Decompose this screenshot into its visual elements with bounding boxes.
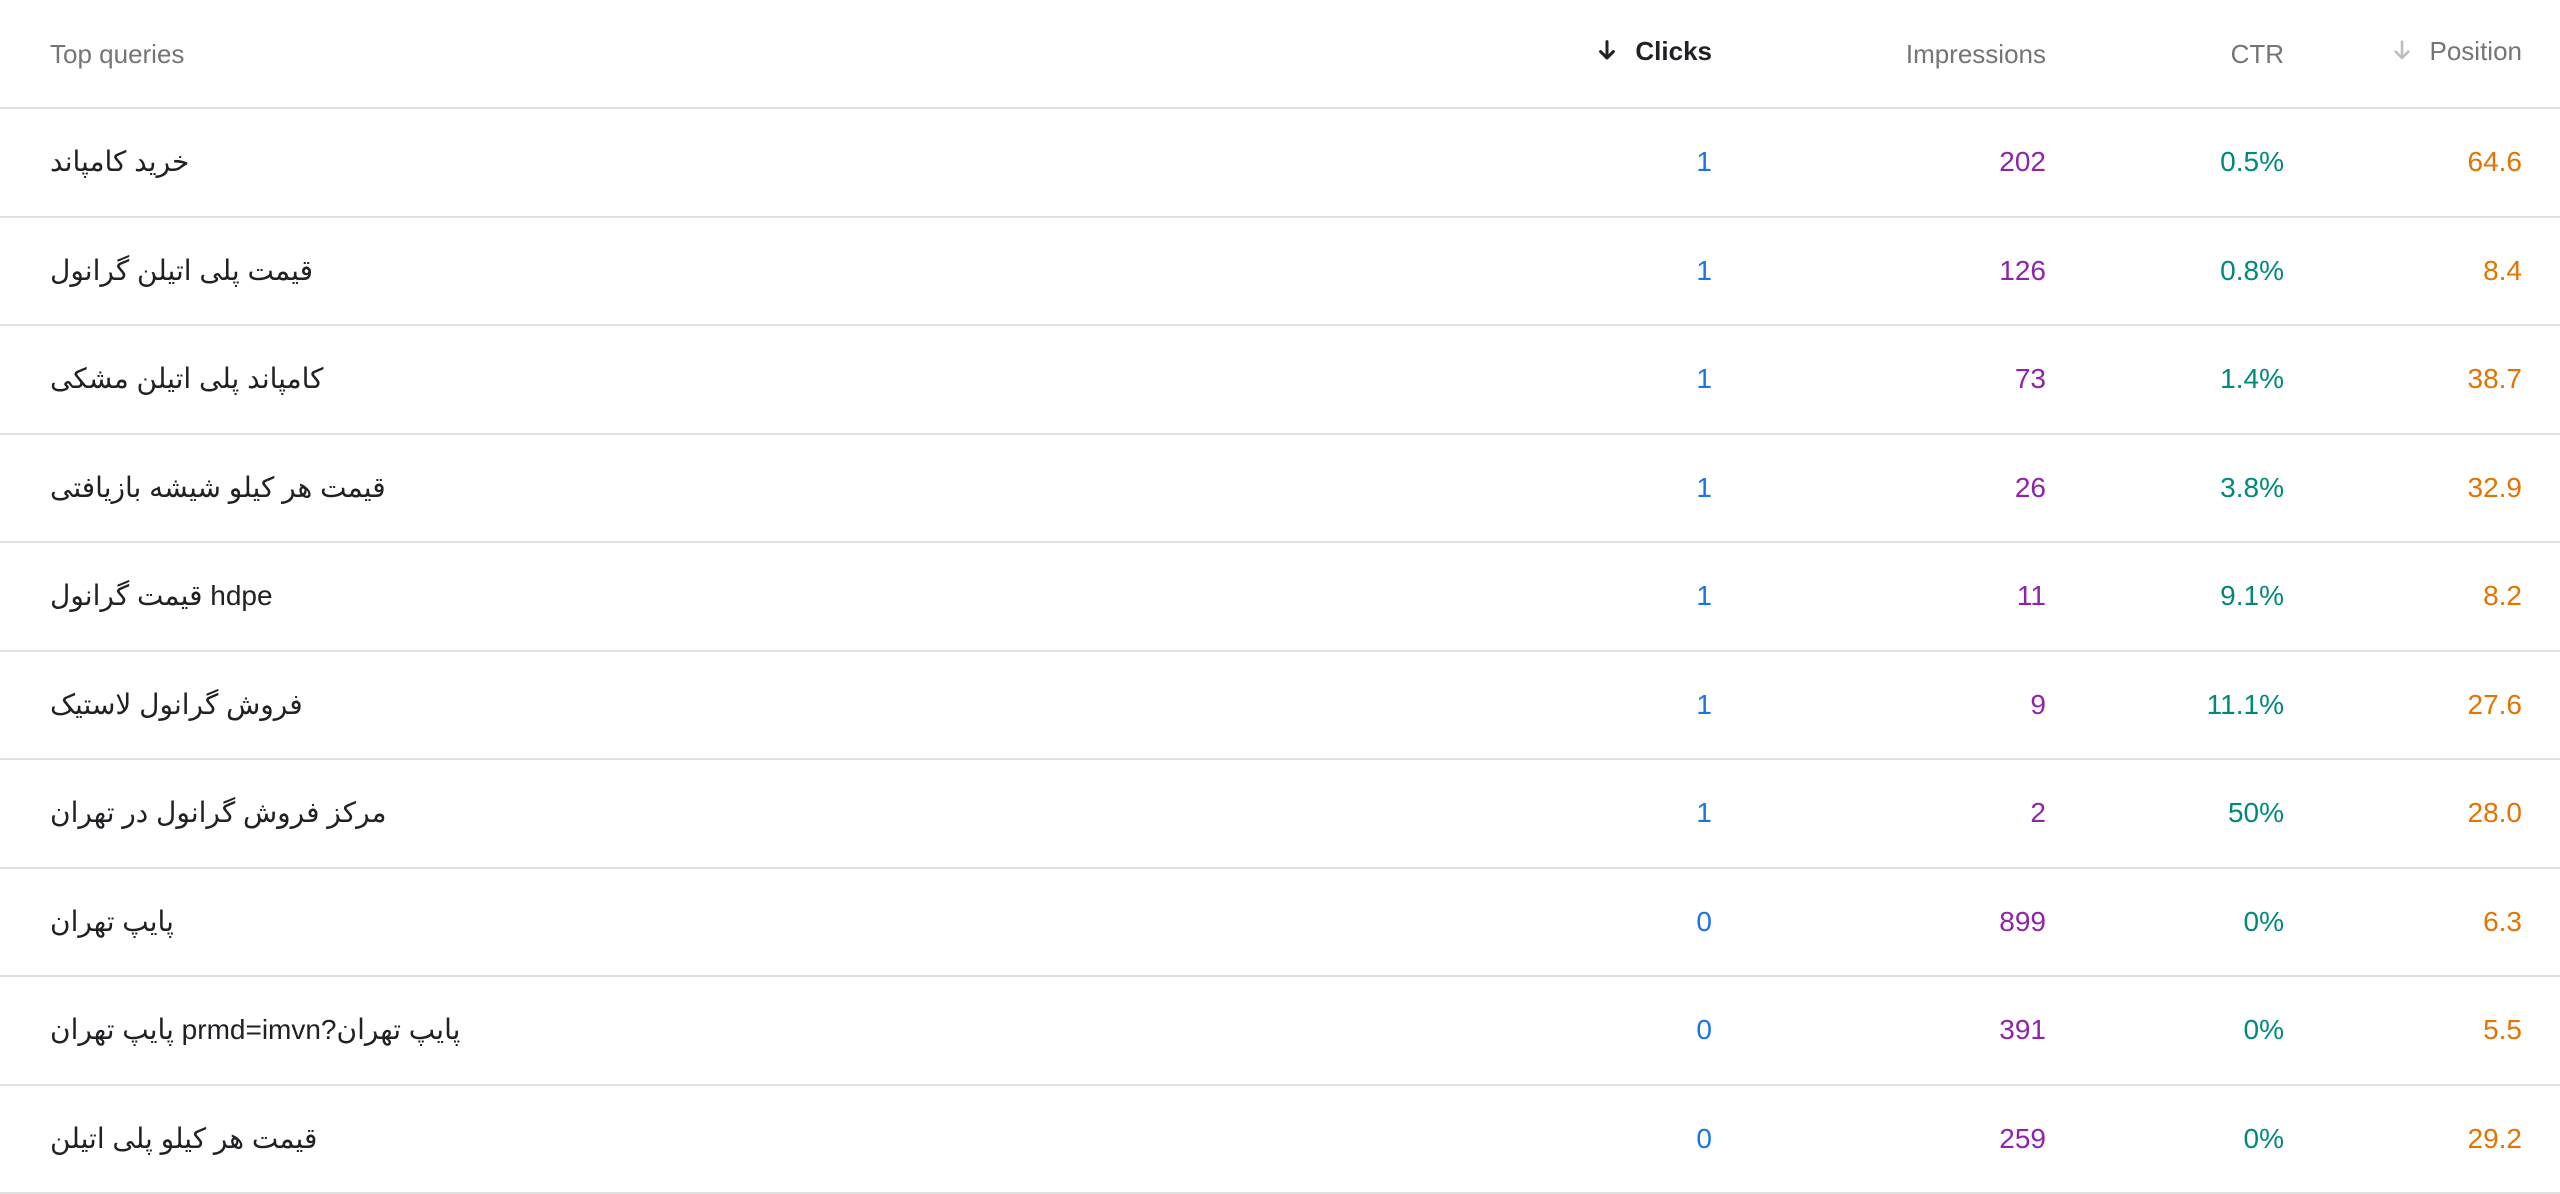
header-position-label: Position (2430, 38, 2523, 64)
table-row[interactable]: کامپاند پلی اتیلن مشکی 1 73 1.4% 38.7 (0, 326, 2560, 435)
impressions-cell: 126 (1712, 257, 2046, 285)
impressions-cell: 9 (1712, 691, 2046, 719)
header-impressions-label: Impressions (1906, 39, 2046, 69)
query-cell: قیمت گرانول hdpe (50, 582, 1250, 610)
impressions-cell: 2 (1712, 799, 2046, 827)
position-cell: 32.9 (2284, 474, 2522, 502)
table-header: Top queries Clicks Impressions CTR (0, 0, 2560, 109)
clicks-cell: 1 (1250, 148, 1712, 176)
table-row[interactable]: قیمت گرانول hdpe 1 11 9.1% 8.2 (0, 543, 2560, 652)
ctr-cell: 0% (2046, 908, 2284, 936)
ctr-cell: 9.1% (2046, 582, 2284, 610)
ctr-cell: 0% (2046, 1016, 2284, 1044)
clicks-cell: 1 (1250, 582, 1712, 610)
position-cell: 38.7 (2284, 365, 2522, 393)
clicks-cell: 1 (1250, 257, 1712, 285)
table-row[interactable]: قیمت هر کیلو شیشه بازیافتی 1 26 3.8% 32.… (0, 435, 2560, 544)
ctr-cell: 0% (2046, 1125, 2284, 1153)
ctr-cell: 11.1% (2046, 691, 2284, 719)
arrow-down-icon (1593, 37, 1621, 65)
clicks-cell: 0 (1250, 1016, 1712, 1044)
ctr-cell: 1.4% (2046, 365, 2284, 393)
clicks-cell: 1 (1250, 691, 1712, 719)
header-ctr-label: CTR (2231, 39, 2284, 69)
position-cell: 27.6 (2284, 691, 2522, 719)
clicks-cell: 1 (1250, 799, 1712, 827)
table-row[interactable]: مرکز فروش گرانول در تهران 1 2 50% 28.0 (0, 760, 2560, 869)
impressions-cell: 899 (1712, 908, 2046, 936)
position-cell: 8.4 (2284, 257, 2522, 285)
clicks-cell: 1 (1250, 365, 1712, 393)
position-cell: 5.5 (2284, 1016, 2522, 1044)
header-clicks-cell[interactable]: Clicks (1250, 37, 1712, 70)
header-ctr-cell[interactable]: CTR (2046, 40, 2284, 68)
position-cell: 64.6 (2284, 148, 2522, 176)
query-cell: قیمت هر کیلو شیشه بازیافتی (50, 474, 1250, 502)
position-cell: 6.3 (2284, 908, 2522, 936)
ctr-cell: 3.8% (2046, 474, 2284, 502)
query-cell: فروش گرانول لاستیک (50, 691, 1250, 719)
header-impressions-cell[interactable]: Impressions (1712, 40, 2046, 68)
impressions-cell: 26 (1712, 474, 2046, 502)
impressions-cell: 202 (1712, 148, 2046, 176)
ctr-cell: 0.5% (2046, 148, 2284, 176)
clicks-cell: 0 (1250, 908, 1712, 936)
ctr-cell: 0.8% (2046, 257, 2284, 285)
table-row[interactable]: فروش گرانول لاستیک 1 9 11.1% 27.6 (0, 652, 2560, 761)
position-cell: 8.2 (2284, 582, 2522, 610)
header-clicks-sort-button[interactable]: Clicks (1593, 37, 1712, 65)
header-position-cell[interactable]: Position (2284, 37, 2522, 70)
table-row[interactable]: قیمت هر کیلو پلی اتیلن 0 259 0% 29.2 (0, 1086, 2560, 1194)
table-row[interactable]: قیمت پلی اتیلن گرانول 1 126 0.8% 8.4 (0, 218, 2560, 327)
impressions-cell: 73 (1712, 365, 2046, 393)
header-clicks-label: Clicks (1635, 38, 1712, 64)
ctr-cell: 50% (2046, 799, 2284, 827)
clicks-cell: 1 (1250, 474, 1712, 502)
top-queries-table: Top queries Clicks Impressions CTR (0, 0, 2560, 1194)
position-cell: 29.2 (2284, 1125, 2522, 1153)
table-row[interactable]: پایپ تهران prmd=imvn?پایپ تهران 0 391 0%… (0, 977, 2560, 1086)
query-cell: خرید کامپاند (50, 148, 1250, 176)
header-position-sort-button[interactable]: Position (2388, 37, 2523, 65)
header-query: Top queries (50, 41, 1250, 67)
impressions-cell: 259 (1712, 1125, 2046, 1153)
query-cell: پایپ تهران prmd=imvn?پایپ تهران (50, 1016, 1250, 1044)
table-row[interactable]: خرید کامپاند 1 202 0.5% 64.6 (0, 109, 2560, 218)
query-cell: قیمت پلی اتیلن گرانول (50, 257, 1250, 285)
arrow-down-icon (2388, 37, 2416, 65)
query-cell: مرکز فروش گرانول در تهران (50, 799, 1250, 827)
impressions-cell: 11 (1712, 582, 2046, 610)
position-cell: 28.0 (2284, 799, 2522, 827)
table-row[interactable]: پایپ تهران 0 899 0% 6.3 (0, 869, 2560, 978)
query-cell: کامپاند پلی اتیلن مشکی (50, 365, 1250, 393)
query-cell: قیمت هر کیلو پلی اتیلن (50, 1125, 1250, 1153)
clicks-cell: 0 (1250, 1125, 1712, 1153)
impressions-cell: 391 (1712, 1016, 2046, 1044)
query-cell: پایپ تهران (50, 908, 1250, 936)
